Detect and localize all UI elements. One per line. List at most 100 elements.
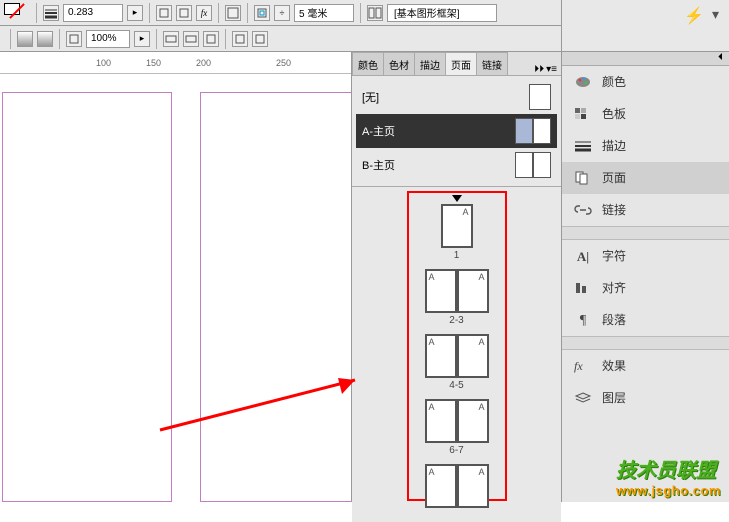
zoom-stepper-icon[interactable]: ▸ bbox=[134, 31, 150, 47]
page-guide-left bbox=[2, 92, 172, 502]
object-effects-icon[interactable] bbox=[176, 5, 192, 21]
panel-tab-strip: 颜色 色材 描边 页面 链接 ⏵⏵ ▾≡ bbox=[352, 52, 561, 76]
collapse-caret-icon[interactable]: ▾ bbox=[712, 6, 719, 23]
master-badge: A bbox=[478, 337, 484, 347]
layers-icon bbox=[574, 391, 592, 405]
rail-label: 颜色 bbox=[602, 73, 626, 90]
master-badge: A bbox=[429, 337, 435, 347]
rail-pages[interactable]: 页面 bbox=[562, 162, 729, 194]
text-wrap-icon[interactable] bbox=[225, 5, 241, 21]
panel-scroll-icon[interactable]: ⏵⏵ bbox=[534, 64, 544, 75]
ruler-mark: 150 bbox=[146, 58, 161, 68]
page-label: 1 bbox=[352, 250, 561, 261]
align-icon bbox=[574, 281, 592, 295]
rail-separator bbox=[562, 336, 729, 350]
stroke-weight-input[interactable] bbox=[63, 4, 123, 22]
fill-stroke-proxy[interactable] bbox=[4, 3, 30, 23]
panel-tab-color[interactable]: 颜色 bbox=[352, 52, 384, 75]
misc-d-icon[interactable] bbox=[232, 31, 248, 47]
fit-frame-icon[interactable] bbox=[254, 5, 270, 21]
master-none-row[interactable]: [无] bbox=[356, 80, 557, 114]
misc-e-icon[interactable] bbox=[252, 31, 268, 47]
page-spread-2-3[interactable]: A A bbox=[352, 269, 561, 313]
panel-tab-stroke[interactable]: 描边 bbox=[414, 52, 446, 75]
master-badge: A bbox=[462, 207, 468, 217]
size-input[interactable] bbox=[294, 4, 354, 22]
rail-label: 链接 bbox=[602, 201, 626, 218]
watermark-url: www.jsgho.com bbox=[616, 483, 721, 498]
stroke-icon bbox=[574, 139, 592, 153]
page-guide-right bbox=[200, 92, 370, 502]
section-marker-icon bbox=[452, 195, 462, 202]
fx-label-icon[interactable]: fx bbox=[196, 5, 212, 21]
master-badge: A bbox=[478, 402, 484, 412]
master-badge: A bbox=[429, 467, 435, 477]
rail-color[interactable]: 颜色 bbox=[562, 66, 729, 98]
gradient-swatch-b-icon[interactable] bbox=[37, 31, 53, 47]
right-panel-rail: ⏴ 颜色 色板 描边 页面 链接 A| 字符 对齐 ¶ 段落 fx 效果 图层 bbox=[561, 52, 729, 502]
master-a-label: A-主页 bbox=[362, 123, 395, 139]
paragraph-icon: ¶ bbox=[574, 313, 592, 327]
master-a-row[interactable]: A-主页 bbox=[356, 114, 557, 148]
stepper-icon[interactable]: ▸ bbox=[127, 5, 143, 21]
gradient-swatch-a-icon[interactable] bbox=[17, 31, 33, 47]
page-spread-4-5[interactable]: A A bbox=[352, 334, 561, 378]
frame-fitting-icon[interactable] bbox=[367, 5, 383, 21]
frame-preset-dropdown[interactable]: [基本图形框架] bbox=[387, 4, 497, 22]
master-none-label: [无] bbox=[362, 89, 379, 105]
master-b-row[interactable]: B-主页 bbox=[356, 148, 557, 182]
panel-tab-swatches[interactable]: 色材 bbox=[383, 52, 415, 75]
page-label: 2-3 bbox=[352, 315, 561, 326]
panel-tab-pages[interactable]: 页面 bbox=[445, 52, 477, 75]
rail-separator bbox=[562, 226, 729, 240]
misc-a-icon[interactable] bbox=[163, 31, 179, 47]
rail-effects[interactable]: fx 效果 bbox=[562, 350, 729, 382]
rail-character[interactable]: A| 字符 bbox=[562, 240, 729, 272]
page-spread-1[interactable]: A bbox=[352, 204, 561, 248]
bolt-icon[interactable]: ⚡ bbox=[684, 6, 704, 26]
ruler-mark: 200 bbox=[196, 58, 211, 68]
master-badge: A bbox=[478, 272, 484, 282]
rail-label: 效果 bbox=[602, 357, 626, 374]
links-icon bbox=[574, 203, 592, 217]
rail-label: 对齐 bbox=[602, 279, 626, 296]
master-badge: A bbox=[429, 402, 435, 412]
rail-label: 描边 bbox=[602, 137, 626, 154]
size-stepper-icon[interactable]: ÷ bbox=[274, 5, 290, 21]
misc-c-icon[interactable] bbox=[203, 31, 219, 47]
frame-preset-label: [基本图形框架] bbox=[394, 5, 460, 20]
panel-tab-links[interactable]: 链接 bbox=[476, 52, 508, 75]
rail-label: 色板 bbox=[602, 105, 626, 122]
panel-menu-icon[interactable]: ▾≡ bbox=[546, 64, 557, 75]
swatches-icon bbox=[574, 107, 592, 121]
watermark: 技术员联盟 www.jsgho.com bbox=[616, 454, 721, 498]
master-b-label: B-主页 bbox=[362, 157, 395, 173]
quick-apply-bar: ⚡ ▾ bbox=[561, 0, 729, 52]
fx-icon: fx bbox=[574, 359, 592, 373]
stroke-weight-icon bbox=[43, 5, 59, 21]
rail-label: 字符 bbox=[602, 247, 626, 264]
rail-label: 页面 bbox=[602, 169, 626, 186]
rail-label: 段落 bbox=[602, 311, 626, 328]
rail-align[interactable]: 对齐 bbox=[562, 272, 729, 304]
rail-layers[interactable]: 图层 bbox=[562, 382, 729, 414]
master-badge: A bbox=[429, 272, 435, 282]
ruler-mark: 250 bbox=[276, 58, 291, 68]
document-pages-list: A 1 A A 2-3 A A 4-5 A A 6-7 A A bbox=[352, 187, 561, 522]
misc-b-icon[interactable] bbox=[183, 31, 199, 47]
opacity-box-icon[interactable] bbox=[66, 31, 82, 47]
master-pages-section: [无] A-主页 B-主页 bbox=[352, 76, 561, 187]
rail-links[interactable]: 链接 bbox=[562, 194, 729, 226]
corner-options-icon[interactable] bbox=[156, 5, 172, 21]
rail-paragraph[interactable]: ¶ 段落 bbox=[562, 304, 729, 336]
ruler-mark: 100 bbox=[96, 58, 111, 68]
page-spread-last[interactable]: A A bbox=[352, 464, 561, 508]
rail-swatches[interactable]: 色板 bbox=[562, 98, 729, 130]
rail-collapse-handle[interactable]: ⏴ bbox=[562, 52, 729, 66]
rail-label: 图层 bbox=[602, 389, 626, 406]
page-spread-6-7[interactable]: A A bbox=[352, 399, 561, 443]
master-badge: A bbox=[478, 467, 484, 477]
rail-stroke[interactable]: 描边 bbox=[562, 130, 729, 162]
zoom-input[interactable] bbox=[86, 30, 130, 48]
watermark-text: 技术员联盟 bbox=[616, 460, 716, 482]
